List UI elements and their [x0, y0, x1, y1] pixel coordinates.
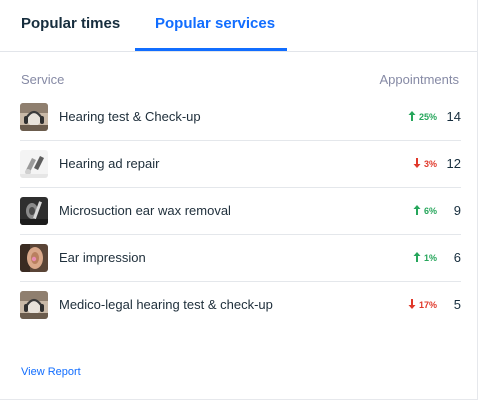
appointment-count: 9 [453, 203, 461, 218]
view-report-link[interactable]: View Report [21, 366, 81, 378]
hearing-aid-repair-thumbnail [20, 150, 48, 178]
ear-impression-thumbnail [20, 244, 48, 272]
trend-value: 3% [423, 159, 437, 169]
trend-indicator: 1% [413, 235, 437, 281]
trend-indicator: 25% [408, 94, 437, 140]
service-row-hearing-aid-repair[interactable]: Hearing ad repair 3% 12 [20, 141, 461, 188]
tab-bar: Popular times Popular services [0, 0, 477, 52]
arrow-down-icon [413, 158, 421, 168]
trend-indicator: 3% [413, 141, 437, 187]
hearing-test-thumbnail [20, 103, 48, 131]
trend-indicator: 17% [408, 282, 437, 328]
service-column-header: Service [21, 72, 65, 87]
appointment-count: 5 [453, 297, 461, 312]
trend-value: 1% [423, 253, 437, 263]
service-row-ear-impression[interactable]: Ear impression 1% 6 [20, 235, 461, 282]
arrow-up-icon [413, 205, 421, 215]
trend-value: 6% [423, 206, 437, 216]
tab-popular-times[interactable]: Popular times [21, 0, 120, 50]
arrow-up-icon [408, 111, 416, 121]
service-row-hearing-test[interactable]: Hearing test & Check-up 25% 14 [20, 94, 461, 141]
appointment-count: 6 [453, 250, 461, 265]
appointment-count: 12 [446, 156, 461, 171]
appointments-column-header: Appointments [379, 72, 460, 87]
microsuction-thumbnail [20, 197, 48, 225]
services-list: Hearing test & Check-up 25% 14 Hearing a… [20, 94, 461, 328]
service-name: Hearing test & Check-up [59, 109, 201, 124]
medico-legal-thumbnail [20, 291, 48, 319]
trend-value: 17% [418, 300, 437, 310]
trend-value: 25% [418, 112, 437, 122]
arrow-up-icon [413, 252, 421, 262]
popular-services-card: Popular times Popular services Service A… [0, 0, 478, 400]
tab-popular-services[interactable]: Popular services [155, 0, 275, 50]
appointment-count: 14 [446, 109, 461, 124]
trend-indicator: 6% [413, 188, 437, 234]
service-row-microsuction[interactable]: Microsuction ear wax removal 6% 9 [20, 188, 461, 235]
active-tab-indicator [135, 48, 287, 51]
service-name: Hearing ad repair [59, 156, 160, 171]
service-name: Microsuction ear wax removal [59, 203, 231, 218]
service-name: Medico-legal hearing test & check-up [59, 297, 273, 312]
arrow-down-icon [408, 299, 416, 309]
service-name: Ear impression [59, 250, 146, 265]
service-row-medico-legal[interactable]: Medico-legal hearing test & check-up 17%… [20, 282, 461, 328]
